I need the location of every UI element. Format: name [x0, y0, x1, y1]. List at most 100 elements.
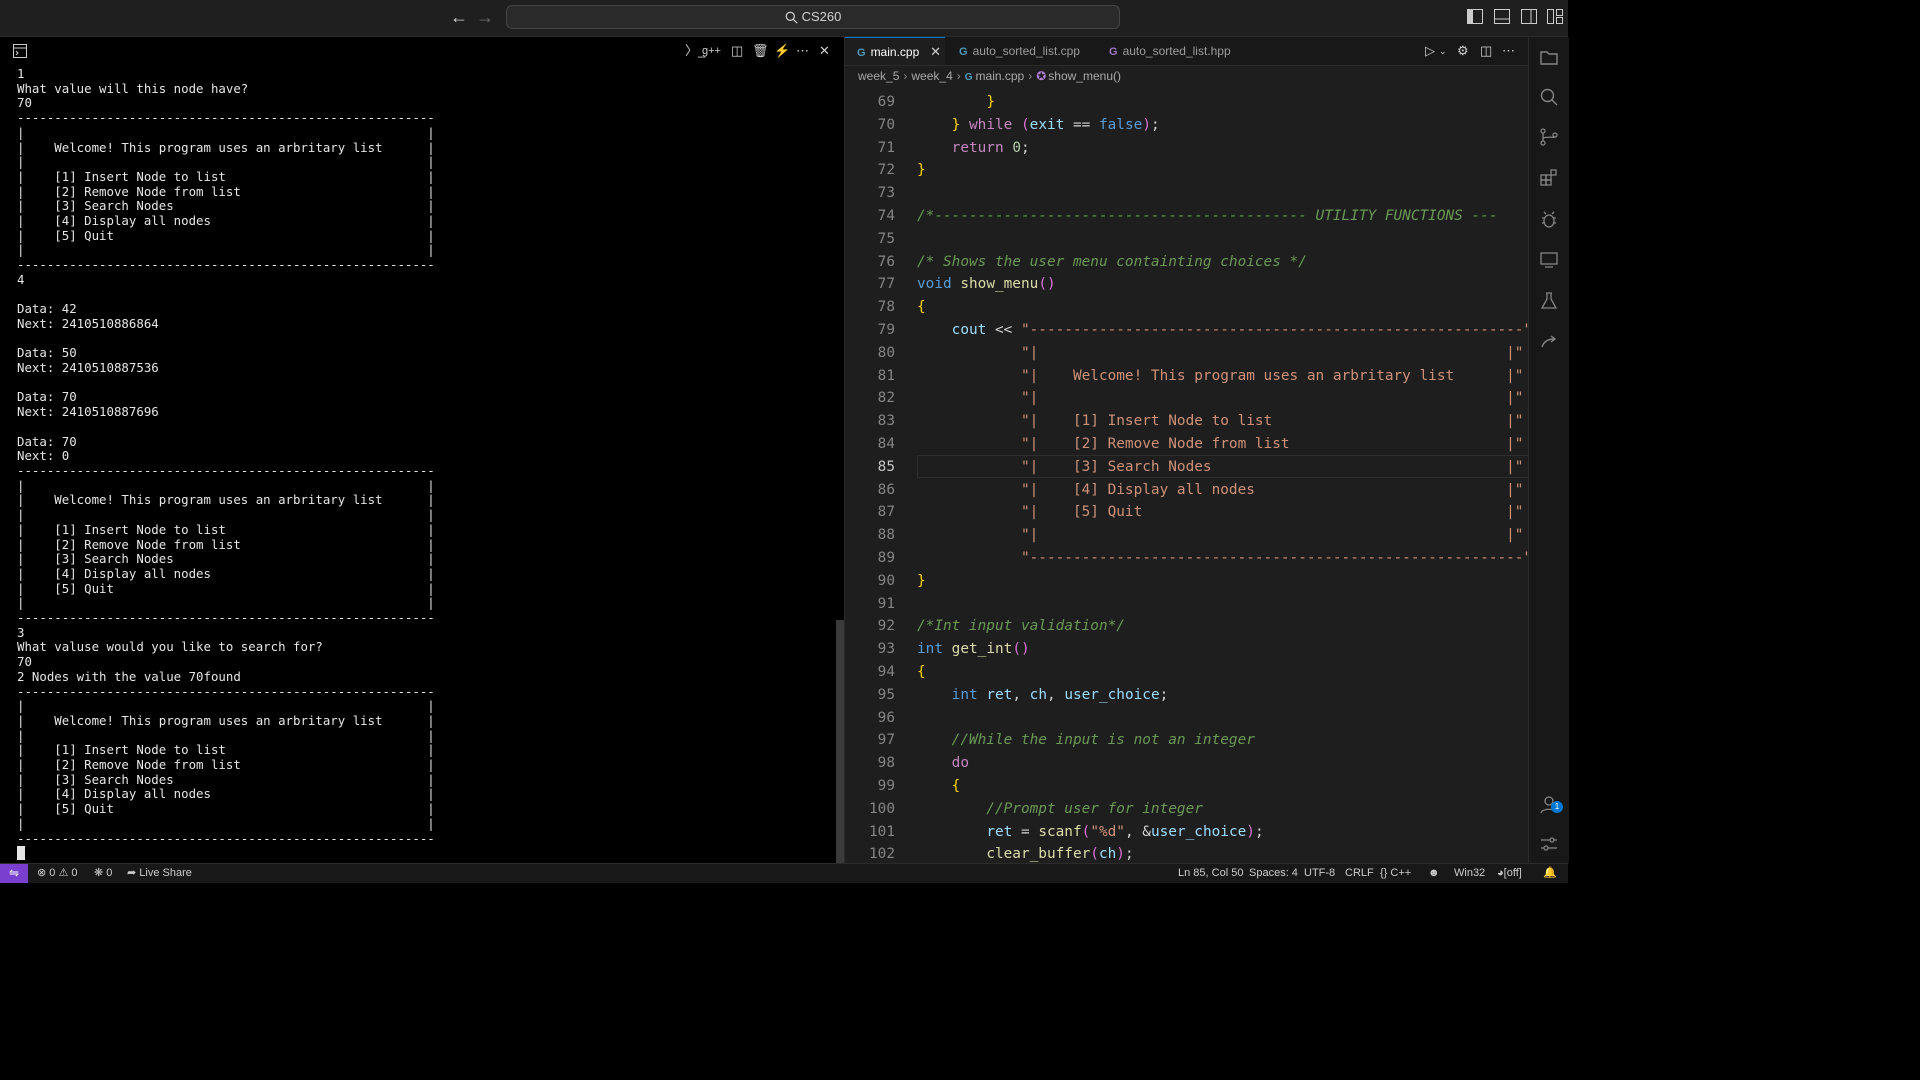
code-line[interactable]: 81 "| Welcome! This program uses an arbr…: [845, 365, 1529, 388]
code-line[interactable]: 96: [845, 707, 1529, 730]
split-editor-icon[interactable]: ◫: [1480, 43, 1492, 59]
clear-terminal-icon[interactable]: ⚡: [774, 43, 790, 59]
manage-settings-icon[interactable]: [1538, 833, 1560, 855]
indentation[interactable]: Spaces: 4: [1249, 864, 1298, 883]
remote-indicator-icon[interactable]: ⇋: [0, 864, 28, 883]
code-editor[interactable]: 69 } 70 } while (exit == false); 71 return…: [845, 91, 1529, 863]
problems-indicator[interactable]: ⊗ 0 ⚠ 0: [37, 864, 78, 883]
platform-config[interactable]: Win32: [1454, 864, 1485, 883]
run-dropdown-chevron-icon[interactable]: ⌄: [1439, 43, 1447, 59]
code-line[interactable]: 87 "| [5] Quit |": [845, 501, 1529, 524]
code-text: "| |": [1020, 390, 1524, 407]
remote-explorer-icon[interactable]: [1538, 249, 1560, 271]
toggle-secondary-sidebar-icon[interactable]: [1521, 9, 1537, 24]
code-line[interactable]: 97 //While the input is not an integer: [845, 729, 1529, 752]
code-line[interactable]: 92 /*Int input validation*/: [845, 615, 1529, 638]
encoding[interactable]: UTF-8: [1304, 864, 1335, 883]
code-line[interactable]: 72}: [845, 159, 1529, 182]
breadcrumb-folder[interactable]: week_4: [911, 69, 952, 83]
line-number: 97: [877, 732, 895, 749]
code-line[interactable]: 91: [845, 593, 1529, 616]
code-line[interactable]: 79 cout << "----------------------------…: [845, 319, 1529, 342]
toggle-primary-sidebar-icon[interactable]: [1467, 9, 1483, 24]
source-control-icon[interactable]: [1538, 126, 1560, 148]
command-center-search[interactable]: CS260: [506, 5, 1120, 29]
copilot-label: [off]: [1503, 867, 1522, 879]
code-text: "| [3] Search Nodes |": [1020, 458, 1524, 475]
live-share-button[interactable]: ➦ Live Share: [127, 864, 192, 883]
code-line[interactable]: 83 "| [1] Insert Node to list |": [845, 410, 1529, 433]
testing-flask-icon[interactable]: [1538, 290, 1560, 312]
code-line[interactable]: 101 ret = scanf("%d", &user_choice);: [845, 821, 1529, 844]
code-line[interactable]: 90}: [845, 570, 1529, 593]
line-ending[interactable]: CRLF: [1345, 864, 1374, 883]
code-line[interactable]: 84 "| [2] Remove Node from list |": [845, 433, 1529, 456]
search-icon: [785, 11, 798, 24]
tab-main-cpp[interactable]: Gmain.cpp ✕: [845, 37, 945, 65]
explorer-folder-icon[interactable]: [1538, 46, 1560, 68]
close-tab-icon[interactable]: ✕: [930, 38, 941, 66]
extensions-icon[interactable]: [1538, 167, 1560, 189]
line-number: 95: [877, 686, 895, 703]
run-and-debug-icon[interactable]: [1538, 208, 1560, 230]
terminal-panel-icon[interactable]: [13, 43, 27, 59]
customize-layout-icon[interactable]: [1547, 9, 1563, 24]
line-number: 87: [877, 504, 895, 521]
terminal-task-label[interactable]: g++: [702, 43, 721, 59]
code-line[interactable]: 86 "| [4] Display all nodes |": [845, 479, 1529, 502]
code-line[interactable]: 94 {: [845, 661, 1529, 684]
forward-arrow-icon[interactable]: →: [474, 6, 496, 28]
feedback-icon[interactable]: ☻: [1428, 864, 1440, 883]
toggle-panel-icon[interactable]: [1494, 9, 1510, 24]
close-panel-icon[interactable]: ✕: [819, 43, 830, 59]
cursor-position[interactable]: Ln 85, Col 50: [1178, 864, 1243, 883]
split-terminal-icon[interactable]: ◫: [731, 43, 743, 59]
editor-tabs: Gmain.cpp ✕ Gauto_sorted_list.cpp Gauto_…: [845, 37, 1529, 66]
back-arrow-icon[interactable]: ←: [448, 6, 470, 28]
live-share-icon[interactable]: [1538, 331, 1560, 353]
copilot-status[interactable]: ◕[off]: [1497, 864, 1522, 883]
tab-auto-sorted-list-cpp[interactable]: Gauto_sorted_list.cpp: [947, 37, 1097, 65]
code-line[interactable]: 73: [845, 182, 1529, 205]
breadcrumb-symbol[interactable]: show_menu(): [1048, 69, 1121, 83]
code-line[interactable]: 71 return 0;: [845, 137, 1529, 160]
code-line[interactable]: 78 {: [845, 296, 1529, 319]
ports-count: 0: [106, 867, 113, 879]
code-line[interactable]: 75: [845, 228, 1529, 251]
code-line[interactable]: 88 "| |": [845, 524, 1529, 547]
code-line[interactable]: 80 "| |": [845, 342, 1529, 365]
terminal-panel[interactable]: 〉_ g++ ◫ 🗑 ⚡ ⋯ ✕ 1 What value will this …: [0, 37, 844, 863]
code-line[interactable]: 89 "------------------------------------…: [845, 547, 1529, 570]
code-line[interactable]: 100 //Prompt user for integer: [845, 798, 1529, 821]
code-text: {: [917, 299, 926, 316]
run-icon[interactable]: ▷: [1425, 43, 1435, 59]
code-line[interactable]: 70 } while (exit == false);: [845, 114, 1529, 137]
search-icon[interactable]: [1538, 86, 1560, 108]
notifications-bell-icon[interactable]: 🔔: [1543, 864, 1557, 883]
terminal-scrollbar[interactable]: [836, 620, 844, 863]
code-line[interactable]: 85 "| [3] Search Nodes |": [845, 454, 1529, 479]
code-line[interactable]: 74 /*------------------------------------…: [845, 205, 1529, 228]
cpp-file-icon: G: [964, 72, 973, 83]
code-line[interactable]: 99 {: [845, 775, 1529, 798]
more-actions-icon[interactable]: ⋯: [796, 43, 809, 59]
copilot-icon: ◕: [1497, 867, 1504, 879]
code-line[interactable]: 76 /* Shows the user menu containting cho…: [845, 251, 1529, 274]
tab-auto-sorted-list-hpp[interactable]: Gauto_sorted_list.hpp: [1097, 37, 1247, 65]
breadcrumb-file[interactable]: main.cpp: [976, 69, 1025, 83]
code-line[interactable]: 82 "| |": [845, 387, 1529, 410]
breadcrumb-folder[interactable]: week_5: [858, 69, 899, 83]
code-line[interactable]: 98 do: [845, 752, 1529, 775]
code-line[interactable]: 69 }: [845, 91, 1529, 114]
language-mode[interactable]: {} C++: [1380, 864, 1411, 883]
code-line[interactable]: 77 void show_menu(): [845, 273, 1529, 296]
kill-terminal-trash-icon[interactable]: 🗑: [752, 43, 769, 59]
ports-indicator[interactable]: ❋ 0: [94, 864, 112, 883]
code-line[interactable]: 95 int ret, ch, user_choice;: [845, 684, 1529, 707]
workspace-name: CS260: [801, 9, 842, 24]
settings-gear-icon[interactable]: ⚙: [1457, 43, 1469, 59]
code-text: int ret, ch, user_choice;: [951, 686, 1169, 703]
code-line[interactable]: 102 clear_buffer(ch);: [845, 843, 1529, 863]
editor-more-actions-icon[interactable]: ⋯: [1502, 43, 1515, 59]
code-line[interactable]: 93 int get_int(): [845, 638, 1529, 661]
